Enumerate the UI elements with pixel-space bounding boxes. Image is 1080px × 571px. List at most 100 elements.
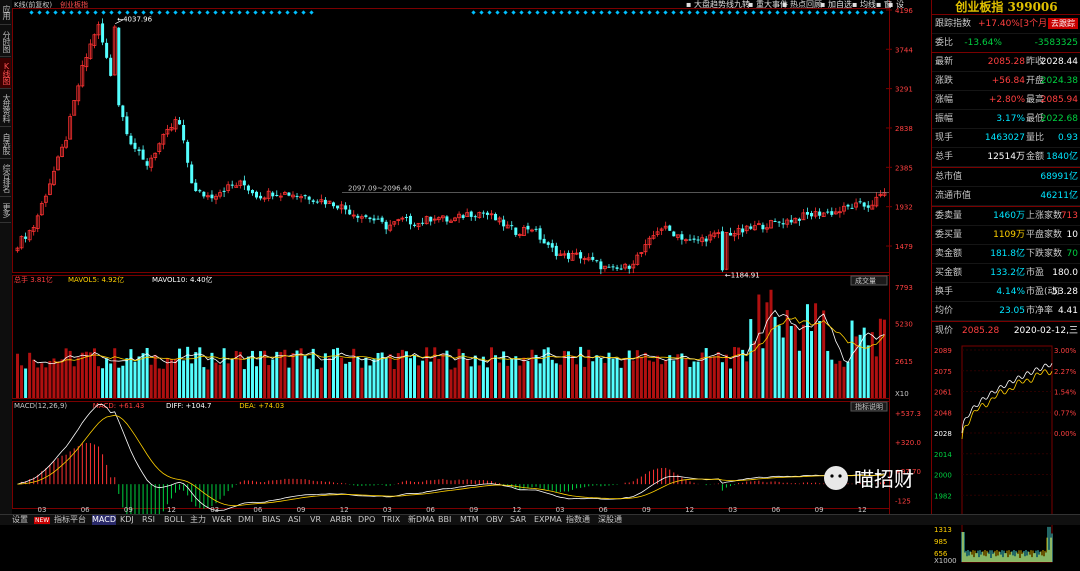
volume-bar	[781, 337, 785, 398]
macd-legend-0: MACD(12,26,9)	[14, 402, 67, 410]
volume-bar	[514, 356, 518, 398]
volume-bar	[797, 350, 801, 398]
volume-bar	[716, 352, 720, 398]
candle-body	[380, 217, 384, 222]
stats-value2: 10	[1066, 230, 1078, 240]
candle-body	[421, 222, 425, 224]
volume-bar	[76, 357, 80, 398]
volume-bar	[437, 358, 441, 398]
side-tab-4[interactable]: 自选股	[0, 128, 11, 159]
candle-body	[494, 213, 498, 221]
candle-body	[242, 180, 246, 186]
top-link-3[interactable]: ▪ 加自选	[820, 0, 852, 10]
candle-body	[129, 135, 133, 145]
side-tab-3[interactable]: 大盘资料	[0, 90, 11, 127]
volume-bar	[364, 357, 368, 398]
side-tab-2[interactable]: K线图	[0, 58, 11, 89]
volume-bar	[562, 350, 566, 398]
candle-body	[121, 105, 125, 118]
volume-bar	[720, 362, 724, 398]
mini-right-tick: 2.27%	[1054, 368, 1077, 376]
candle-body	[117, 27, 121, 106]
stats-value2: 180.0	[1052, 268, 1078, 278]
mini-left-tick: 2089	[934, 347, 952, 355]
candle-body	[866, 205, 870, 208]
volume-bar	[615, 358, 619, 398]
level-label: 2097.09~2096.40	[348, 184, 412, 192]
candle-body	[510, 225, 514, 227]
stats-label: 卖金额	[935, 249, 963, 259]
top-link-2[interactable]: ▪ 热点回顾	[782, 0, 822, 10]
stats-label: 委卖量	[935, 211, 963, 221]
candle-body	[789, 219, 793, 223]
volume-bar	[137, 356, 141, 398]
volume-bar	[226, 363, 230, 398]
volume-bar	[866, 345, 870, 398]
market-label: 总市值	[935, 172, 963, 182]
volume-bar	[429, 361, 433, 398]
top-link-6[interactable]: ▪ 设	[888, 0, 904, 10]
mini-left-tick: 2075	[934, 368, 952, 376]
volume-bar	[870, 332, 874, 398]
volume-bar	[113, 348, 117, 398]
volume-bar	[161, 368, 165, 398]
candle-body	[729, 232, 733, 236]
volume-bar	[60, 359, 64, 398]
volume-bar	[489, 347, 493, 398]
candle-body	[773, 220, 777, 222]
candle-body	[271, 192, 275, 197]
candle-body	[198, 190, 202, 192]
chart-area[interactable]: K线(前复权) 创业板指 4196 3744 3291 2838 2385 1932 1479 ←…	[12, 0, 930, 536]
top-link-4[interactable]: ▪ 均线	[852, 0, 876, 10]
follow-button[interactable]: 去跟踪	[1048, 18, 1078, 29]
side-tab-0[interactable]: 应用	[0, 0, 11, 25]
x-tick-label: 06	[599, 506, 608, 514]
volume-bar	[68, 350, 72, 398]
volume-bar	[793, 324, 797, 398]
candle-body	[307, 196, 311, 200]
volume-bar	[16, 353, 19, 398]
volume-bar	[749, 319, 753, 398]
stats-row: 卖金额 181.8亿 下跌家数 70	[932, 245, 1080, 264]
volume-bar	[769, 289, 773, 398]
volume-bar	[550, 359, 554, 398]
macd-legend-2: DIFF: +104.7	[166, 402, 211, 410]
volume-bar	[344, 363, 348, 398]
commission-label: 委比	[935, 38, 954, 48]
volume-bar	[494, 355, 498, 398]
candle-body	[311, 200, 315, 202]
side-tab-1[interactable]: 分时图	[0, 26, 11, 57]
candle-body	[599, 261, 603, 270]
volume-bar	[623, 358, 627, 398]
volume-bar	[413, 355, 417, 398]
mini-right-tick: 0.77%	[1054, 409, 1077, 417]
mini-left-tick: 2048	[934, 409, 952, 417]
quote-value2: 2024.38	[1040, 76, 1078, 86]
volume-bar	[303, 355, 307, 398]
candle-body	[818, 211, 822, 216]
candle-body	[413, 224, 417, 226]
macd-legend-3: DEA: +74.03	[239, 402, 284, 410]
intraday-chart[interactable]: 2089207520612048202820142000198219683.00…	[932, 340, 1080, 568]
y-tick-label: 1479	[895, 243, 913, 251]
top-link-0[interactable]: ▪ 大盘趋势线九转	[686, 0, 750, 10]
wechat-icon-eye	[838, 474, 842, 478]
volume-bar	[384, 358, 388, 398]
side-tab-6[interactable]: 更多	[0, 198, 11, 223]
kline-chart[interactable]: K线(前复权) 创业板指4196374432912838238519321479←…	[12, 0, 930, 536]
candle-body	[336, 205, 340, 209]
quote-label: 最新	[935, 57, 954, 67]
quote-row: 涨幅 +2.80% 最高 2085.94	[932, 91, 1080, 110]
candle-body	[566, 252, 570, 259]
follow-label: 跟踪指数	[935, 19, 972, 29]
volume-bar	[656, 355, 660, 398]
candle-body	[550, 243, 554, 248]
volume-bar	[599, 358, 603, 398]
quote-value2: 2085.94	[1040, 95, 1078, 105]
candle-body	[777, 221, 781, 223]
volume-bar	[291, 353, 295, 398]
x-tick-label: 03	[728, 506, 737, 514]
volume-bar	[117, 367, 121, 398]
side-tab-5[interactable]: 综合排名	[0, 160, 11, 197]
mini-vol-tick: 1313	[934, 526, 952, 534]
